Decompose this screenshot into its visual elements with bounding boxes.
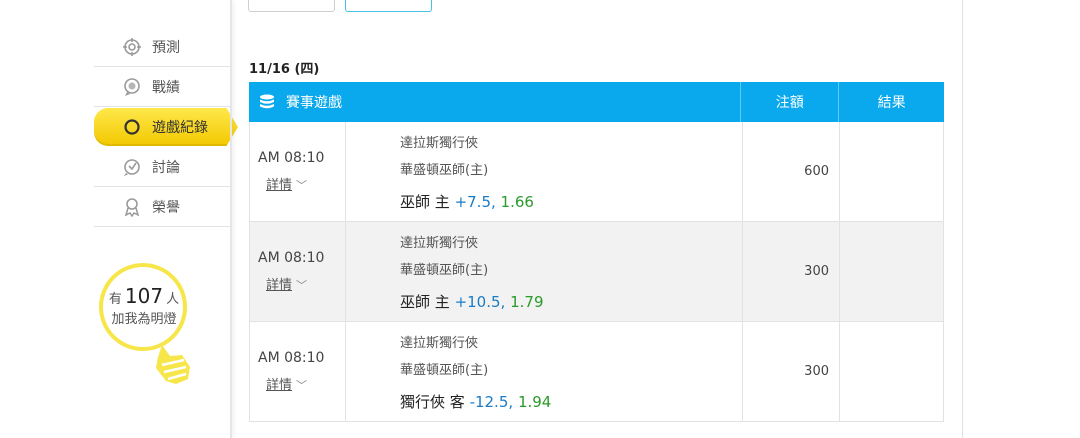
detail-label: 詳情 [266, 178, 293, 193]
amount-cell: 300 [743, 222, 840, 321]
game-cell: 達拉斯獨行俠 華盛頓巫師(主) 獨行俠 客 -12.5, 1.94 [346, 322, 743, 421]
header-amount: 注額 [741, 82, 840, 122]
pick: 獨行俠 客 -12.5, 1.94 [400, 391, 742, 412]
follower-caption: 加我為明燈 [111, 312, 177, 327]
header-game: 賽事遊戲 [249, 82, 742, 122]
pick-name: 巫師 主 [400, 193, 450, 211]
target-icon [122, 37, 142, 57]
sidebar-item-predict[interactable]: 預測 [94, 27, 230, 67]
page: 預測 戰績 遊戲紀錄 討論 榮譽 有 107 人 加我為明燈 11/16 (四)… [0, 0, 1080, 438]
ring-icon [122, 117, 142, 137]
table-row: AM 08:10 詳情 ﹀ 達拉斯獨行俠 華盛頓巫師(主) 巫師 主 +7.5, … [249, 122, 944, 222]
pick-name: 獨行俠 客 [400, 393, 465, 411]
sidebar-item-label: 戰績 [152, 79, 180, 96]
pick: 巫師 主 +10.5, 1.79 [400, 291, 742, 312]
game-time: AM 08:10 [258, 350, 325, 366]
filter-button-2[interactable] [345, 0, 432, 12]
team-home: 華盛頓巫師(主) [400, 263, 489, 278]
filter-button-1[interactable] [248, 0, 335, 12]
game-record-table: 賽事遊戲 注額 結果 AM 08:10 詳情 ﹀ 達拉斯獨行俠 華盛頓巫師(主) … [249, 82, 944, 422]
sidebar-item-label: 預測 [152, 39, 180, 56]
sidebar-item-label: 遊戲紀錄 [152, 120, 208, 136]
database-icon [258, 93, 276, 111]
table-row: AM 08:10 詳情 ﹀ 達拉斯獨行俠 華盛頓巫師(主) 獨行俠 客 -12.5… [249, 322, 944, 422]
game-cell: 達拉斯獨行俠 華盛頓巫師(主) 巫師 主 +7.5, 1.66 [346, 122, 743, 221]
pick-line: -12.5, [469, 393, 514, 411]
result-cell [840, 222, 943, 321]
table-row: AM 08:10 詳情 ﹀ 達拉斯獨行俠 華盛頓巫師(主) 巫師 主 +10.5,… [249, 222, 944, 322]
time-cell: AM 08:10 詳情 ﹀ [250, 122, 346, 221]
team-home: 華盛頓巫師(主) [400, 363, 489, 378]
pick-odds: 1.94 [517, 393, 552, 411]
pick-line: +7.5, [454, 193, 496, 211]
chevron-down-icon: ﹀ [296, 179, 308, 192]
chat-icon [122, 157, 142, 177]
result-cell [840, 122, 943, 221]
medal-icon [122, 77, 142, 97]
game-time: AM 08:10 [258, 250, 325, 266]
content-divider [962, 0, 963, 438]
follower-count: 有 107 人 加我為明燈 [96, 284, 192, 327]
pick: 巫師 主 +7.5, 1.66 [400, 191, 742, 212]
team-away: 達拉斯獨行俠 [400, 136, 479, 151]
header-game-label: 賽事遊戲 [286, 95, 342, 111]
team-home: 華盛頓巫師(主) [400, 163, 489, 178]
chevron-down-icon: ﹀ [296, 279, 308, 292]
sidebar-item-label: 討論 [152, 159, 180, 176]
detail-label: 詳情 [266, 378, 293, 393]
detail-link[interactable]: 詳情 ﹀ [258, 274, 345, 293]
time-cell: AM 08:10 詳情 ﹀ [250, 322, 346, 421]
amount-cell: 600 [743, 122, 840, 221]
sidebar-nav: 預測 戰績 遊戲紀錄 討論 榮譽 [94, 27, 238, 227]
sidebar-item-record[interactable]: 戰績 [94, 67, 230, 107]
follower-suffix: 人 [166, 292, 180, 307]
game-cell: 達拉斯獨行俠 華盛頓巫師(主) 巫師 主 +10.5, 1.79 [346, 222, 743, 321]
chevron-down-icon: ﹀ [296, 379, 308, 392]
team-away: 達拉斯獨行俠 [400, 336, 479, 351]
header-result: 結果 [877, 95, 906, 111]
date-label: 11/16 (四) [249, 62, 320, 77]
sidebar-item-discuss[interactable]: 討論 [94, 147, 230, 187]
detail-link[interactable]: 詳情 ﹀ [258, 374, 345, 393]
pick-name: 巫師 主 [400, 293, 450, 311]
follower-count-number: 107 [124, 284, 164, 308]
time-cell: AM 08:10 詳情 ﹀ [250, 222, 346, 321]
pick-line: +10.5, [454, 293, 506, 311]
follower-prefix: 有 [108, 292, 122, 307]
detail-link[interactable]: 詳情 ﹀ [258, 174, 345, 193]
sidebar-item-honor[interactable]: 榮譽 [94, 187, 230, 227]
sidebar-divider [230, 0, 232, 438]
team-away: 達拉斯獨行俠 [400, 236, 479, 251]
pick-odds: 1.66 [500, 193, 534, 211]
game-time: AM 08:10 [258, 150, 325, 166]
sidebar-item-game-history[interactable]: 遊戲紀錄 [94, 108, 238, 146]
result-cell [840, 322, 943, 421]
amount-cell: 300 [743, 322, 840, 421]
table-header: 賽事遊戲 注額 結果 [249, 82, 944, 122]
award-icon [122, 197, 142, 217]
sidebar-item-label: 榮譽 [152, 199, 180, 216]
pick-odds: 1.79 [510, 293, 544, 311]
detail-label: 詳情 [266, 278, 293, 293]
